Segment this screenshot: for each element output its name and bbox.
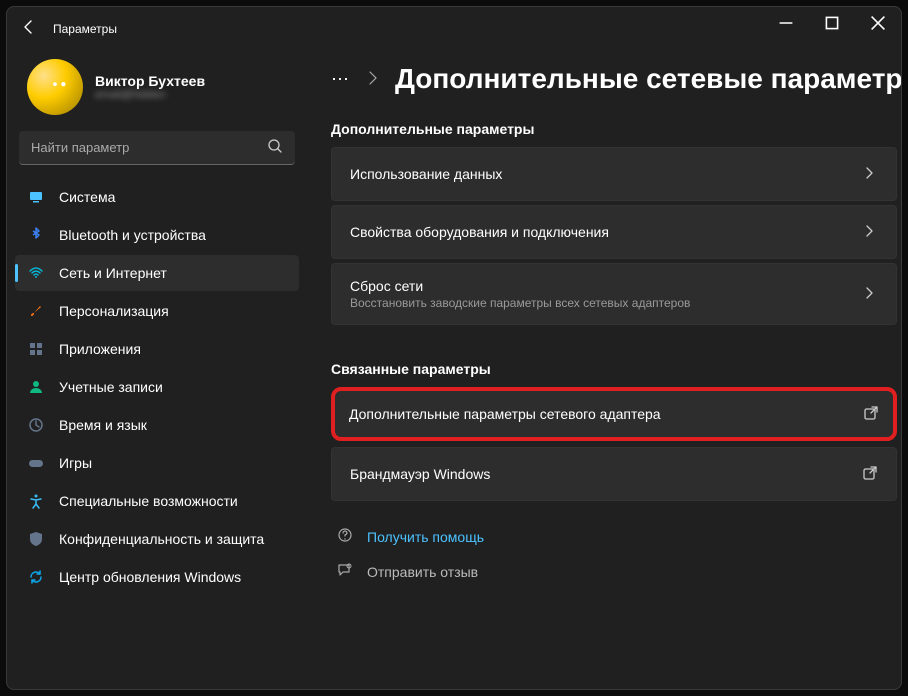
help-icon [335,527,355,546]
breadcrumb: ⋯ Дополнительные сетевые параметр [331,51,897,107]
clock-icon [27,416,45,434]
setting-card-adapter-options[interactable]: Дополнительные параметры сетевого адапте… [331,387,897,441]
sidebar-item-label: Учетные записи [59,379,163,395]
sidebar-item-label: Конфиденциальность и защита [59,531,264,547]
minimize-icon [778,15,794,31]
maximize-button[interactable] [809,7,855,39]
sidebar-item-privacy[interactable]: Конфиденциальность и защита [15,521,299,557]
main-panel: ⋯ Дополнительные сетевые параметр Дополн… [307,51,901,689]
search-box[interactable] [19,131,295,165]
external-link-icon [862,465,878,481]
sidebar-item-label: Сеть и Интернет [59,265,167,281]
setting-card-firewall[interactable]: Брандмауэр Windows [331,447,897,501]
section-heading-related: Связанные параметры [331,361,897,377]
wifi-icon [27,264,45,282]
person-icon [27,378,45,396]
sidebar-item-accessibility[interactable]: Специальные возможности [15,483,299,519]
window-controls [763,7,901,39]
avatar [27,59,83,115]
nav-list: Система Bluetooth и устройства Сеть и Инте… [15,175,299,599]
sidebar-item-network[interactable]: Сеть и Интернет [15,255,299,291]
sidebar-item-gaming[interactable]: Игры [15,445,299,481]
card-subtitle: Восстановить заводские параметры всех се… [350,296,862,310]
apps-icon [27,340,45,358]
profile-name: Виктор Бухтеев [95,73,205,89]
arrow-left-icon [21,19,37,35]
sidebar-item-label: Система [59,189,115,205]
close-button[interactable] [855,7,901,39]
chevron-right-icon [862,285,878,301]
minimize-button[interactable] [763,7,809,39]
sidebar-item-label: Центр обновления Windows [59,569,241,585]
search-icon [267,138,283,157]
display-icon [27,188,45,206]
maximize-icon [824,15,840,31]
chevron-right-icon [365,70,381,89]
feedback-icon [335,562,355,581]
sidebar-item-system[interactable]: Система [15,179,299,215]
setting-card-data-usage[interactable]: Использование данных [331,147,897,201]
sidebar-item-label: Приложения [59,341,141,357]
sidebar-item-bluetooth[interactable]: Bluetooth и устройства [15,217,299,253]
search-input[interactable] [31,140,267,155]
accessibility-icon [27,492,45,510]
sidebar-item-personalization[interactable]: Персонализация [15,293,299,329]
sidebar-item-label: Персонализация [59,303,169,319]
window-title: Параметры [53,22,117,36]
breadcrumb-more[interactable]: ⋯ [331,69,351,90]
sidebar-item-label: Время и язык [59,417,147,433]
setting-card-hardware[interactable]: Свойства оборудования и подключения [331,205,897,259]
profile-email: email@hidden [95,89,205,101]
sidebar-item-label: Bluetooth и устройства [59,227,206,243]
sidebar-item-apps[interactable]: Приложения [15,331,299,367]
section-heading-extra: Дополнительные параметры [331,121,897,137]
game-icon [27,454,45,472]
card-title: Брандмауэр Windows [350,466,862,482]
feedback-link-label: Отправить отзыв [367,564,478,580]
card-title: Дополнительные параметры сетевого адапте… [349,406,863,422]
sidebar-item-label: Игры [59,455,92,471]
help-link[interactable]: Получить помощь [331,519,897,554]
update-icon [27,568,45,586]
external-link-icon [863,405,879,421]
close-icon [870,15,886,31]
sidebar-item-update[interactable]: Центр обновления Windows [15,559,299,595]
setting-card-reset[interactable]: Сброс сети Восстановить заводские парамет… [331,263,897,325]
card-title: Сброс сети [350,278,862,294]
card-title: Использование данных [350,166,862,182]
settings-window: Параметры Виктор Бухтеев email@hidden [6,6,902,690]
card-title: Свойства оборудования и подключения [350,224,862,240]
sidebar-item-time[interactable]: Время и язык [15,407,299,443]
chevron-right-icon [862,223,878,239]
sidebar: Виктор Бухтеев email@hidden Система Bluet… [7,51,307,689]
titlebar: Параметры [7,7,901,51]
feedback-link[interactable]: Отправить отзыв [331,554,897,589]
chevron-right-icon [862,165,878,181]
sidebar-item-accounts[interactable]: Учетные записи [15,369,299,405]
profile-block[interactable]: Виктор Бухтеев email@hidden [15,51,299,125]
back-button[interactable] [21,19,53,40]
help-link-label: Получить помощь [367,529,484,545]
shield-icon [27,530,45,548]
brush-icon [27,302,45,320]
page-title: Дополнительные сетевые параметр [395,63,901,95]
sidebar-item-label: Специальные возможности [59,493,238,509]
bluetooth-icon [27,226,45,244]
